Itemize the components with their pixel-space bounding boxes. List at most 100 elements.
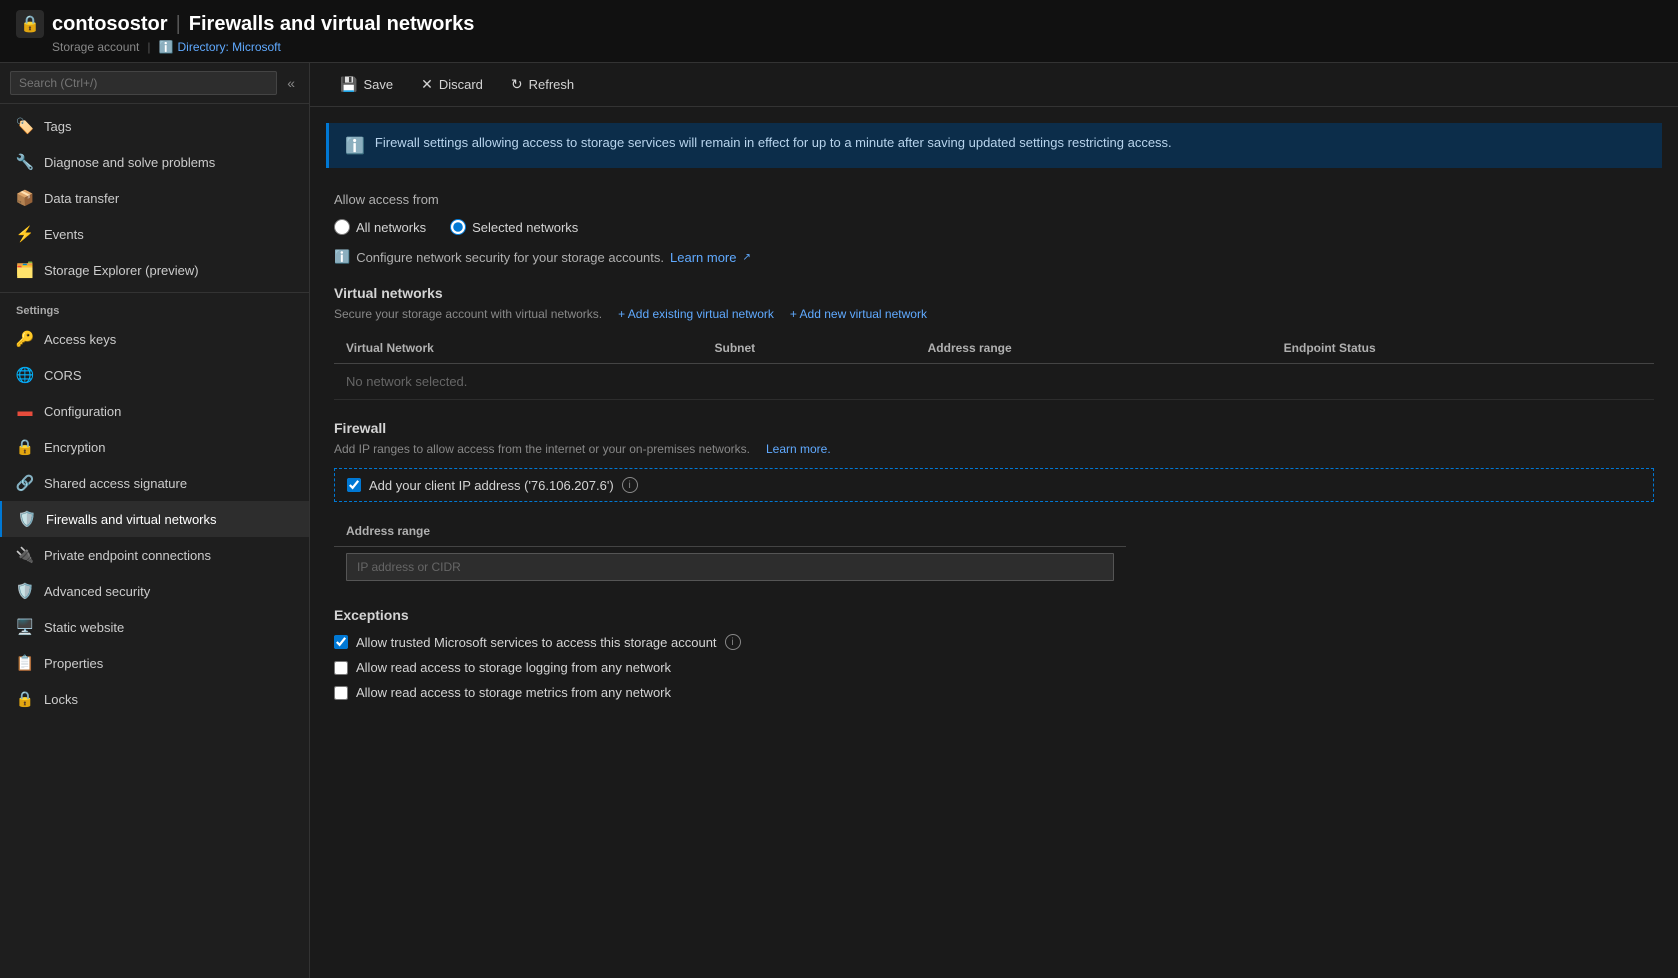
sidebar-item-label: Diagnose and solve problems [44,155,215,170]
add-existing-vnet-link[interactable]: + Add existing virtual network [618,307,774,321]
col-subnet: Subnet [703,333,916,364]
discard-icon: ✕ [421,76,433,93]
access-keys-icon: 🔑 [16,330,34,348]
sidebar-item-static-website[interactable]: 🖥️ Static website [0,609,309,645]
save-button[interactable]: 💾 Save [326,71,407,98]
info-icon: ℹ️ [159,40,174,54]
properties-icon: 📋 [16,654,34,672]
discard-button[interactable]: ✕ Discard [407,71,497,98]
sidebar-item-access-keys[interactable]: 🔑 Access keys [0,321,309,357]
add-client-ip-label: Add your client IP address ('76.106.207.… [369,478,614,493]
sidebar-item-events[interactable]: ⚡ Events [0,216,309,252]
exceptions-heading: Exceptions [334,607,1654,623]
shared-access-icon: 🔗 [16,474,34,492]
header-subtitle: Storage account | ℹ️ Directory: Microsof… [52,40,1662,54]
sidebar-item-label: Tags [44,119,71,134]
radio-all-networks[interactable]: All networks [334,219,426,235]
content-body: Allow access from All networks Selected … [310,176,1678,978]
events-icon: ⚡ [16,225,34,243]
radio-selected-networks[interactable]: Selected networks [450,219,578,235]
sidebar-item-tags[interactable]: 🏷️ Tags [0,108,309,144]
locks-icon: 🔒 [16,690,34,708]
sidebar-item-cors[interactable]: 🌐 CORS [0,357,309,393]
sidebar-item-label: Firewalls and virtual networks [46,512,217,527]
add-client-ip-checkbox[interactable] [347,478,361,492]
exceptions-section: Exceptions Allow trusted Microsoft servi… [334,607,1654,705]
sidebar-item-locks[interactable]: 🔒 Locks [0,681,309,717]
allow-access-label: Allow access from [334,192,1654,207]
radio-group: All networks Selected networks [334,219,1654,235]
sidebar-item-encryption[interactable]: 🔒 Encryption [0,429,309,465]
sidebar-item-storage-explorer[interactable]: 🗂️ Storage Explorer (preview) [0,252,309,288]
exception-trusted-ms-checkbox[interactable] [334,635,348,649]
exception-read-logging-label: Allow read access to storage logging fro… [356,660,671,675]
sidebar-item-data-transfer[interactable]: 📦 Data transfer [0,180,309,216]
ip-address-input[interactable] [346,553,1114,581]
collapse-button[interactable]: « [283,73,299,93]
static-website-icon: 🖥️ [16,618,34,636]
search-input[interactable] [10,71,277,95]
sidebar-item-label: Properties [44,656,103,671]
radio-selected-networks-input[interactable] [450,219,466,235]
learn-more-link-configure[interactable]: Learn more [670,250,736,265]
col-address-range: Address range [916,333,1272,364]
trusted-ms-info-icon[interactable]: i [725,634,741,650]
exception-read-metrics: Allow read access to storage metrics fro… [334,680,1654,705]
subtitle-directory: ℹ️ Directory: Microsoft [159,40,281,54]
banner-text: Firewall settings allowing access to sto… [375,135,1172,150]
banner-info-icon: ℹ️ [345,136,365,156]
tags-icon: 🏷️ [16,117,34,135]
sidebar-item-label: Storage Explorer (preview) [44,263,199,278]
advanced-security-icon: 🛡️ [16,582,34,600]
refresh-icon: ↻ [511,76,523,93]
table-row: No network selected. [334,364,1654,400]
col-endpoint-status: Endpoint Status [1272,333,1654,364]
sidebar-item-label: CORS [44,368,82,383]
directory-label: Directory: Microsoft [177,40,280,54]
virtual-networks-table: Virtual Network Subnet Address range End… [334,333,1654,400]
empty-message: No network selected. [334,364,1654,400]
sidebar: « 🏷️ Tags 🔧 Diagnose and solve problems … [0,63,310,978]
content-area: 💾 Save ✕ Discard ↻ Refresh ℹ️ Firewall s… [310,63,1678,978]
header: 🔒 contosostor | Firewalls and virtual ne… [0,0,1678,63]
addr-range-col: Address range [334,516,1126,547]
refresh-button[interactable]: ↻ Refresh [497,71,588,98]
exception-read-logging-checkbox[interactable] [334,661,348,675]
client-ip-info-icon[interactable]: i [622,477,638,493]
virtual-networks-subtext: Secure your storage account with virtual… [334,307,1654,321]
sidebar-item-label: Encryption [44,440,105,455]
sidebar-item-shared-access[interactable]: 🔗 Shared access signature [0,465,309,501]
settings-section-label: Settings [0,292,309,321]
add-client-ip-row[interactable]: Add your client IP address ('76.106.207.… [334,468,1654,502]
addr-input-cell [334,547,1126,588]
exception-read-logging: Allow read access to storage logging fro… [334,655,1654,680]
sidebar-item-advanced-security[interactable]: 🛡️ Advanced security [0,573,309,609]
firewall-subtext: Add IP ranges to allow access from the i… [334,442,1654,456]
sidebar-item-firewalls[interactable]: 🛡️ Firewalls and virtual networks [0,501,309,537]
vnet-table-header: Virtual Network Subnet Address range End… [334,333,1654,364]
add-new-vnet-link[interactable]: + Add new virtual network [790,307,927,321]
exception-read-metrics-checkbox[interactable] [334,686,348,700]
sidebar-item-label: Advanced security [44,584,150,599]
vnet-subtext-text: Secure your storage account with virtual… [334,307,602,321]
storage-explorer-icon: 🗂️ [16,261,34,279]
firewall-learn-more-link[interactable]: Learn more. [766,442,831,456]
vnet-table-body: No network selected. [334,364,1654,400]
sidebar-item-properties[interactable]: 📋 Properties [0,645,309,681]
firewall-section: Firewall Add IP ranges to allow access f… [334,420,1654,587]
col-virtual-network: Virtual Network [334,333,703,364]
sidebar-item-configuration[interactable]: ▬ Configuration [0,393,309,429]
radio-all-networks-input[interactable] [334,219,350,235]
subtitle-sep: | [147,40,150,54]
sidebar-item-label: Access keys [44,332,116,347]
page-title: Firewalls and virtual networks [189,13,475,36]
header-title-row: 🔒 contosostor | Firewalls and virtual ne… [16,10,1662,38]
sidebar-search-row: « [0,63,309,104]
sidebar-item-label: Events [44,227,84,242]
sidebar-item-private-endpoint[interactable]: 🔌 Private endpoint connections [0,537,309,573]
sidebar-item-label: Static website [44,620,124,635]
data-transfer-icon: 📦 [16,189,34,207]
sidebar-list: 🏷️ Tags 🔧 Diagnose and solve problems 📦 … [0,104,309,978]
sidebar-item-diagnose[interactable]: 🔧 Diagnose and solve problems [0,144,309,180]
configure-info-icon: ℹ️ [334,249,350,265]
